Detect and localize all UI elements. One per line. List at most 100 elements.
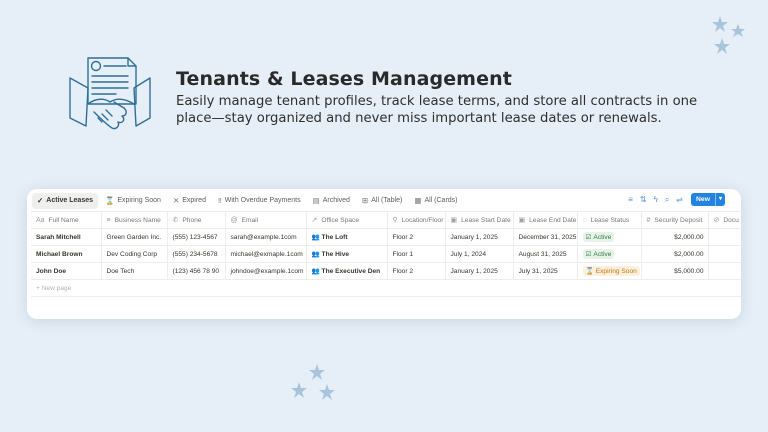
view-tabs: ✓ Active Leases ⌛ Expiring Soon ✕ Expired ‼… xyxy=(27,189,741,212)
new-page-button[interactable]: + New page xyxy=(31,279,741,297)
cell-lease-status[interactable]: ☑ Active xyxy=(577,228,642,246)
x-icon: ✕ xyxy=(172,196,180,205)
cell-security-deposit[interactable]: $2,000.00 xyxy=(641,245,709,263)
relation-arrow-icon: ↗ xyxy=(311,217,318,224)
pin-icon: ⚲ xyxy=(392,217,398,224)
at-icon: @ xyxy=(230,216,238,224)
cell-full-name[interactable]: John Doe xyxy=(31,262,102,280)
cell-documents[interactable] xyxy=(708,228,741,246)
attachment-icon: ⊘ xyxy=(713,217,720,224)
cell-lease-status[interactable]: ☑ Active xyxy=(577,245,642,263)
decorative-stars-icon xyxy=(291,364,335,400)
table-header-row: Aa Full Name ≡ Business Name ✆ Phone @ Email… xyxy=(31,211,741,229)
column-header-lease-end-date[interactable]: ▣ Lease End Date xyxy=(513,211,578,229)
column-header-email[interactable]: @ Email xyxy=(225,211,307,229)
cell-lease-end[interactable]: August 31, 2025 xyxy=(513,245,578,263)
decorative-stars-icon xyxy=(712,16,745,54)
office-people-icon: 👥 xyxy=(311,251,322,258)
table-row[interactable]: Michael Brown Dev Coding Corp (555) 234-… xyxy=(31,245,741,263)
tab-expired[interactable]: ✕ Expired xyxy=(168,193,211,209)
tab-expiring-soon[interactable]: ⌛ Expiring Soon xyxy=(100,193,166,209)
cell-location-floor[interactable]: Floor 2 xyxy=(387,228,446,246)
cell-location-floor[interactable]: Floor 1 xyxy=(387,245,446,263)
status-badge: ☑ Active xyxy=(582,232,615,242)
table-row[interactable]: Sarah Mitchell Green Garden Inc. (555) 1… xyxy=(31,228,741,246)
database-view: ✓ Active Leases ⌛ Expiring Soon ✕ Expired ‼… xyxy=(27,189,741,319)
cell-office-space[interactable]: 👥 The Hive xyxy=(306,245,388,263)
cell-documents[interactable] xyxy=(708,245,741,263)
office-people-icon: 👥 xyxy=(311,268,322,275)
exclamation-icon: ‼ xyxy=(217,196,222,205)
cell-business-name[interactable]: Doe Tech xyxy=(101,262,168,280)
leases-table: Aa Full Name ≡ Business Name ✆ Phone @ Email… xyxy=(31,211,741,297)
cell-email[interactable]: michael@exmaple.1com xyxy=(225,245,307,263)
cell-lease-end[interactable]: July 31, 2025 xyxy=(513,262,578,280)
sort-icon[interactable]: ⇅ xyxy=(640,195,647,204)
cell-documents[interactable] xyxy=(708,262,741,280)
status-icon: ◌ xyxy=(582,216,587,224)
cell-security-deposit[interactable]: $5,000.00 xyxy=(641,262,709,280)
cell-lease-end[interactable]: December 31, 2025 xyxy=(513,228,578,246)
check-icon: ✓ xyxy=(37,196,44,205)
cell-office-space[interactable]: 👥 The Executive Den xyxy=(306,262,388,280)
cell-business-name[interactable]: Dev Coding Corp xyxy=(101,245,168,263)
lightning-icon[interactable]: ϟ xyxy=(654,195,658,204)
cell-phone[interactable]: (555) 123-4567 xyxy=(167,228,226,246)
hourglass-icon: ⌛ xyxy=(585,268,594,275)
column-header-security-deposit[interactable]: # Security Deposit xyxy=(641,211,709,229)
tab-all-table[interactable]: ⊞ All (Table) xyxy=(357,193,407,209)
cell-full-name[interactable]: Sarah Mitchell xyxy=(31,228,102,246)
cell-location-floor[interactable]: Floor 2 xyxy=(387,262,446,280)
column-header-phone[interactable]: ✆ Phone xyxy=(167,211,226,229)
gallery-icon: ▦ xyxy=(414,196,422,205)
column-header-lease-start-date[interactable]: ▣ Lease Start Date xyxy=(445,211,514,229)
column-header-location-floor[interactable]: ⚲ Location/Floor xyxy=(387,211,446,229)
column-header-business-name[interactable]: ≡ Business Name xyxy=(101,211,168,229)
cell-email[interactable]: sarah@example.1com xyxy=(225,228,307,246)
check-box-icon: ☑ xyxy=(585,234,592,241)
cell-full-name[interactable]: Michael Brown xyxy=(31,245,102,263)
cell-email[interactable]: johndoe@example.1com xyxy=(225,262,307,280)
cell-business-name[interactable]: Green Garden Inc. xyxy=(101,228,168,246)
chevron-down-icon[interactable]: ▾ xyxy=(714,193,725,206)
status-badge: ☑ Active xyxy=(582,249,615,259)
lines-icon: ≡ xyxy=(106,216,111,224)
column-header-full-name[interactable]: Aa Full Name xyxy=(31,211,102,229)
calendar-icon: ▣ xyxy=(518,217,526,224)
tab-archived[interactable]: ▤ Archived xyxy=(308,193,355,209)
column-header-lease-status[interactable]: ◌ Lease Status xyxy=(577,211,642,229)
hourglass-icon: ⌛ xyxy=(105,196,115,205)
archive-icon: ▤ xyxy=(312,196,320,205)
phone-icon: ✆ xyxy=(172,217,179,224)
new-button[interactable]: New ▾ xyxy=(691,193,725,206)
contract-handshake-icon xyxy=(69,57,151,130)
number-icon: # xyxy=(646,216,651,224)
filter-icon[interactable]: ≡ xyxy=(628,195,633,204)
cell-phone[interactable]: (123) 456 78 90 xyxy=(167,262,226,280)
tab-all-cards[interactable]: ▦ All (Cards) xyxy=(409,193,462,209)
cell-phone[interactable]: (555) 234-5678 xyxy=(167,245,226,263)
column-header-office-space[interactable]: ↗ Office Space xyxy=(306,211,388,229)
tab-with-overdue-payments[interactable]: ‼ With Overdue Payments xyxy=(213,193,306,209)
table-icon: ⊞ xyxy=(361,196,369,205)
cell-lease-start[interactable]: January 1, 2025 xyxy=(445,228,514,246)
cell-security-deposit[interactable]: $2,000.00 xyxy=(641,228,709,246)
tab-active-leases[interactable]: ✓ Active Leases xyxy=(32,192,98,209)
check-box-icon: ☑ xyxy=(585,251,592,258)
column-header-documents[interactable]: ⊘ Docu xyxy=(708,211,741,229)
office-people-icon: 👥 xyxy=(311,234,322,241)
status-badge: ⌛ Expiring Soon xyxy=(582,266,640,276)
search-icon[interactable]: ⌕ xyxy=(665,195,669,205)
text-icon: Aa xyxy=(36,216,45,224)
view-tools: ≡ ⇅ ϟ ⌕ ⇌ New ▾ xyxy=(621,193,725,206)
new-page-row[interactable]: + New page xyxy=(31,279,741,297)
calendar-icon: ▣ xyxy=(450,217,458,224)
table-row[interactable]: John Doe Doe Tech (123) 456 78 90 johndo… xyxy=(31,262,741,280)
cell-lease-start[interactable]: January 1, 2025 xyxy=(445,262,514,280)
cell-office-space[interactable]: 👥 The Loft xyxy=(306,228,388,246)
page-title: Tenants & Leases Management xyxy=(176,68,512,90)
cell-lease-start[interactable]: July 1, 2024 xyxy=(445,245,514,263)
page-subtitle: Easily manage tenant profiles, track lea… xyxy=(176,94,698,126)
settings-icon[interactable]: ⇌ xyxy=(676,195,683,204)
cell-lease-status[interactable]: ⌛ Expiring Soon xyxy=(577,262,642,280)
